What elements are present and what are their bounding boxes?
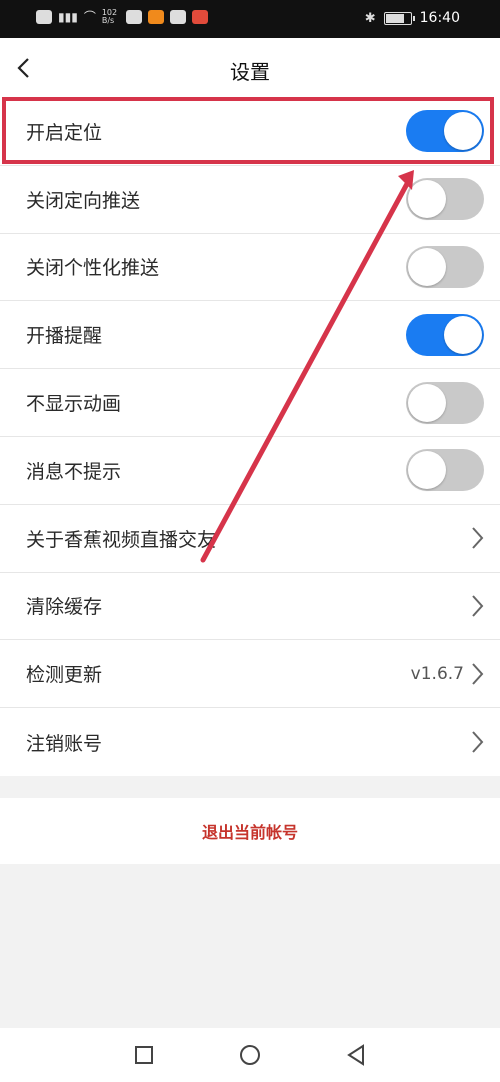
setting-row-mute-messages[interactable]: 消息不提示 xyxy=(0,437,500,505)
toggle-knob xyxy=(408,180,446,219)
setting-label: 开播提醒 xyxy=(26,325,103,348)
bluetooth-icon: ✱ xyxy=(364,10,376,26)
toggle-knob xyxy=(408,451,446,490)
app-icon-1 xyxy=(125,9,142,24)
toggle-knob xyxy=(408,383,446,422)
setting-label: 注销账号 xyxy=(26,732,103,755)
personalized-push-toggle[interactable] xyxy=(406,245,484,288)
toggle-knob xyxy=(444,315,482,354)
page-title: 设置 xyxy=(230,60,270,84)
setting-label: 清除缓存 xyxy=(26,596,103,619)
setting-row-targeted-push[interactable]: 关闭定向推送 xyxy=(0,166,500,234)
net-speed: 102 B/s xyxy=(101,7,118,25)
chevron-right-icon xyxy=(472,663,484,685)
setting-label: 消息不提示 xyxy=(26,460,122,483)
setting-row-check-update[interactable]: 检测更新 v1.6.7 xyxy=(0,640,500,709)
setting-row-delete-account[interactable]: 注销账号 xyxy=(0,708,500,776)
battery-icon xyxy=(383,11,415,25)
chevron-right-icon xyxy=(472,527,484,549)
setting-label: 关闭个性化推送 xyxy=(26,257,160,280)
status-time: 16:40 xyxy=(419,10,460,26)
mute-messages-toggle[interactable] xyxy=(406,449,484,492)
setting-row-live-reminder[interactable]: 开播提醒 xyxy=(0,301,500,370)
setting-label: 开启定位 xyxy=(26,121,103,144)
setting-row-about[interactable]: 关于香蕉视频直播交友 xyxy=(0,505,500,573)
setting-label: 检测更新 xyxy=(26,664,103,687)
home-button[interactable] xyxy=(236,1041,264,1069)
app-icon-2 xyxy=(147,9,164,24)
wifi-icon: ⌒ xyxy=(83,10,96,24)
toggle-knob xyxy=(408,247,446,286)
version-text: v1.6.7 xyxy=(410,663,464,684)
logout-button[interactable]: 退出当前帐号 xyxy=(0,798,500,864)
settings-list: 开启定位 关闭定向推送 关闭个性化推送 开播提醒 不显示动画 消息不提示 关于香… xyxy=(0,98,500,776)
recent-apps-icon xyxy=(135,1046,153,1064)
status-bar: ▮▮▮ ⌒ 102 B/s ✱ 16:40 xyxy=(0,0,500,38)
system-back-button[interactable] xyxy=(342,1041,370,1069)
back-triangle-icon xyxy=(347,1044,364,1066)
status-left-icons: ▮▮▮ ⌒ 102 B/s xyxy=(36,8,208,25)
home-icon xyxy=(240,1045,260,1065)
targeted-push-toggle[interactable] xyxy=(406,178,484,221)
app-icon-4 xyxy=(191,9,208,24)
system-nav-bar xyxy=(0,1028,500,1082)
location-toggle[interactable] xyxy=(406,110,484,153)
chevron-right-icon xyxy=(472,731,484,753)
logout-label: 退出当前帐号 xyxy=(201,823,298,842)
chevron-right-icon xyxy=(472,595,484,617)
setting-row-personalized-push[interactable]: 关闭个性化推送 xyxy=(0,234,500,302)
app-header: 设置 xyxy=(0,38,500,98)
setting-label: 不显示动画 xyxy=(26,393,122,416)
app-icon-3 xyxy=(169,9,186,24)
setting-label: 关于香蕉视频直播交友 xyxy=(26,528,217,551)
hide-animation-toggle[interactable] xyxy=(406,381,484,424)
toggle-knob xyxy=(444,112,482,151)
signal-icon: ▮▮▮ xyxy=(58,9,78,24)
setting-row-hide-animation[interactable]: 不显示动画 xyxy=(0,369,500,437)
live-reminder-toggle[interactable] xyxy=(406,313,484,356)
recent-apps-button[interactable] xyxy=(130,1041,158,1069)
setting-label: 关闭定向推送 xyxy=(26,189,141,212)
setting-row-location[interactable]: 开启定位 xyxy=(0,98,500,166)
setting-row-clear-cache[interactable]: 清除缓存 xyxy=(0,573,500,641)
message-icon xyxy=(36,9,52,24)
status-right-icons: ✱ 16:40 xyxy=(365,10,460,26)
